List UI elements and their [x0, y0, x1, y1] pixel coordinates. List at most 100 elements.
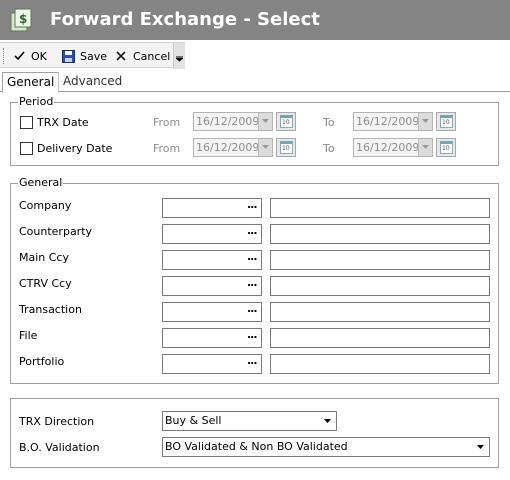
save-button[interactable]: Save — [61, 47, 107, 65]
delivery-date-from-label: From — [153, 142, 181, 155]
toolbar-grip[interactable] — [3, 48, 5, 64]
chevron-down-icon — [262, 145, 269, 149]
counterparty-code-input[interactable]: ... — [162, 224, 262, 244]
window-title: Forward Exchange - Select — [50, 9, 320, 30]
chevron-down-icon — [324, 419, 331, 423]
trx-date-from-value: 16/12/2009 — [196, 115, 260, 128]
portfolio-description-input[interactable] — [270, 354, 490, 374]
counterparty-description-input[interactable] — [270, 224, 490, 244]
company-code-input[interactable]: ... — [162, 198, 262, 218]
tab-general[interactable]: General — [2, 72, 60, 93]
trx-date-from-calendar-button[interactable]: 10 — [276, 112, 296, 131]
calendar-icon: 10 — [440, 115, 453, 128]
portfolio-label: Portfolio — [19, 355, 65, 368]
transaction-code-input[interactable]: ... — [162, 302, 262, 322]
chevron-down-icon — [262, 119, 269, 123]
general-legend: General — [18, 176, 64, 190]
delivery-date-to-dropdown[interactable] — [418, 139, 432, 156]
ellipsis-icon: ... — [247, 250, 258, 263]
bo-validation-dropdown-arrow[interactable] — [474, 439, 488, 455]
trx-date-checkbox[interactable] — [20, 116, 33, 129]
counterparty-label: Counterparty — [19, 225, 93, 238]
save-button-label: Save — [80, 49, 108, 63]
file-code-input[interactable]: ... — [162, 328, 262, 348]
chevron-down-icon — [176, 56, 183, 62]
delivery-date-to-calendar-button[interactable]: 10 — [436, 138, 456, 157]
ok-button-label: OK — [31, 49, 47, 63]
bo-validation-label: B.O. Validation — [19, 441, 100, 454]
chevron-down-icon — [422, 145, 429, 149]
ellipsis-icon: ... — [247, 276, 258, 289]
trx-direction-value: Buy & Sell — [165, 414, 222, 427]
cancel-button-label: Cancel — [133, 49, 171, 63]
x-icon — [114, 49, 128, 63]
delivery-date-label: Delivery Date — [37, 142, 113, 155]
toolbar-overflow-button[interactable] — [173, 43, 185, 69]
tab-advanced[interactable]: Advanced — [58, 72, 126, 92]
trx-date-from-picker[interactable]: 16/12/2009 — [193, 112, 273, 131]
trx-date-to-value: 16/12/2009 — [356, 115, 420, 128]
floppy-disk-icon — [61, 49, 75, 63]
chevron-down-icon — [477, 445, 484, 449]
file-lookup-button[interactable]: ... — [245, 329, 261, 347]
delivery-date-from-picker[interactable]: 16/12/2009 — [193, 138, 273, 157]
cancel-button[interactable]: Cancel — [114, 47, 170, 65]
trx-date-to-calendar-button[interactable]: 10 — [436, 112, 456, 131]
company-description-input[interactable] — [270, 198, 490, 218]
svg-text:$: $ — [19, 12, 27, 26]
bo-validation-select[interactable]: BO Validated & Non BO Validated — [162, 437, 490, 457]
trx-date-label: TRX Date — [37, 116, 89, 129]
calendar-icon: 10 — [440, 141, 453, 154]
transaction-lookup-button[interactable]: ... — [245, 303, 261, 321]
checkmark-icon — [12, 49, 26, 63]
transaction-description-input[interactable] — [270, 302, 490, 322]
ellipsis-icon: ... — [247, 224, 258, 237]
calendar-icon: 10 — [280, 141, 293, 154]
trx-direction-select[interactable]: Buy & Sell — [162, 411, 337, 431]
ctrv-ccy-code-input[interactable]: ... — [162, 276, 262, 296]
file-description-input[interactable] — [270, 328, 490, 348]
ellipsis-icon: ... — [247, 198, 258, 211]
forward-exchange-app-icon: $ — [10, 8, 32, 32]
delivery-date-to-value: 16/12/2009 — [356, 141, 420, 154]
main-ccy-lookup-button[interactable]: ... — [245, 251, 261, 269]
trx-direction-label: TRX Direction — [19, 415, 95, 428]
delivery-date-checkbox[interactable] — [20, 142, 33, 155]
trx-date-to-dropdown[interactable] — [418, 113, 432, 130]
delivery-date-from-calendar-button[interactable]: 10 — [276, 138, 296, 157]
ellipsis-icon: ... — [247, 354, 258, 367]
filters-group — [10, 398, 499, 468]
calendar-icon: 10 — [280, 115, 293, 128]
trx-date-from-dropdown[interactable] — [258, 113, 272, 130]
transaction-label: Transaction — [19, 303, 82, 316]
ellipsis-icon: ... — [247, 328, 258, 341]
delivery-date-from-value: 16/12/2009 — [196, 141, 260, 154]
bo-validation-value: BO Validated & Non BO Validated — [165, 440, 348, 453]
ctrv-ccy-lookup-button[interactable]: ... — [245, 277, 261, 295]
portfolio-code-input[interactable]: ... — [162, 354, 262, 374]
trx-date-from-label: From — [153, 116, 181, 129]
main-ccy-description-input[interactable] — [270, 250, 490, 270]
delivery-date-to-picker[interactable]: 16/12/2009 — [353, 138, 433, 157]
trx-date-to-picker[interactable]: 16/12/2009 — [353, 112, 433, 131]
counterparty-lookup-button[interactable]: ... — [245, 225, 261, 243]
company-lookup-button[interactable]: ... — [245, 199, 261, 217]
delivery-date-to-label: To — [323, 142, 335, 155]
file-label: File — [19, 329, 38, 342]
ok-button[interactable]: OK — [12, 47, 47, 65]
portfolio-lookup-button[interactable]: ... — [245, 355, 261, 373]
delivery-date-from-dropdown[interactable] — [258, 139, 272, 156]
ctrv-ccy-label: CTRV Ccy — [19, 277, 72, 290]
main-ccy-code-input[interactable]: ... — [162, 250, 262, 270]
ctrv-ccy-description-input[interactable] — [270, 276, 490, 296]
title-bar: $ Forward Exchange - Select — [0, 0, 510, 40]
tab-strip: General Advanced — [0, 70, 510, 93]
chevron-down-icon — [422, 119, 429, 123]
company-label: Company — [19, 199, 72, 212]
main-ccy-label: Main Ccy — [19, 251, 69, 264]
ellipsis-icon: ... — [247, 302, 258, 315]
toolbar: OK Save Cancel — [0, 40, 510, 70]
toolbar-strip: OK Save Cancel — [0, 42, 185, 69]
trx-date-to-label: To — [323, 116, 335, 129]
trx-direction-dropdown-arrow[interactable] — [321, 413, 335, 429]
